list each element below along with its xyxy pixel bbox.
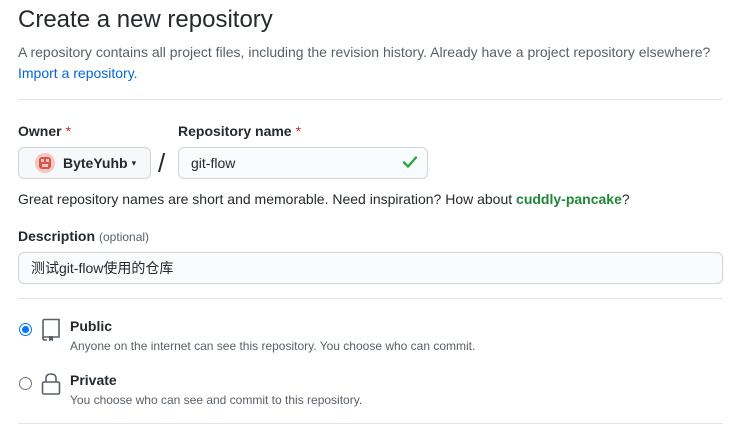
repo-name-input[interactable]	[178, 147, 428, 179]
header-divider	[18, 99, 723, 100]
description-label-text: Description	[18, 228, 96, 244]
repo-name-hint: Great repository names are short and mem…	[18, 191, 630, 207]
visibility-divider	[18, 423, 723, 424]
description-divider	[18, 298, 723, 299]
owner-name: ByteYuhb	[63, 155, 128, 171]
hint-text: Great repository names are short and mem…	[18, 191, 517, 207]
subtitle-text: A repository contains all project files,…	[18, 44, 711, 60]
optional-tag: (optional)	[99, 230, 150, 244]
hint-suffix: ?	[621, 191, 630, 207]
repo-icon	[42, 318, 60, 342]
suggested-name-link[interactable]: cuddly-pancake	[516, 191, 622, 207]
required-mark: *	[295, 123, 302, 139]
owner-label-text: Owner	[18, 123, 62, 139]
repo-name-label: Repository name *	[178, 123, 301, 139]
avatar	[35, 153, 55, 173]
chevron-down-icon: ▾	[131, 157, 137, 168]
lock-icon	[41, 373, 61, 395]
repo-name-label-text: Repository name	[178, 123, 292, 139]
description-label: Description (optional)	[18, 228, 149, 244]
private-option-title: Private	[70, 372, 117, 388]
avatar-icon	[39, 157, 51, 169]
public-option-note: Anyone on the internet can see this repo…	[70, 339, 476, 353]
private-option-note: You choose who can see and commit to thi…	[70, 393, 363, 407]
import-repository-link[interactable]: Import a repository.	[18, 65, 138, 81]
owner-repo-separator: /	[158, 148, 166, 178]
page-subtitle: A repository contains all project files,…	[18, 42, 718, 84]
public-radio[interactable]	[19, 323, 32, 336]
description-input[interactable]	[18, 252, 723, 284]
owner-dropdown[interactable]: ByteYuhb ▾	[18, 147, 151, 179]
private-radio[interactable]	[19, 377, 32, 390]
required-mark: *	[65, 123, 72, 139]
check-icon	[402, 156, 418, 168]
owner-label: Owner *	[18, 123, 71, 139]
page-title: Create a new repository	[18, 6, 273, 33]
public-option-title: Public	[70, 318, 113, 334]
